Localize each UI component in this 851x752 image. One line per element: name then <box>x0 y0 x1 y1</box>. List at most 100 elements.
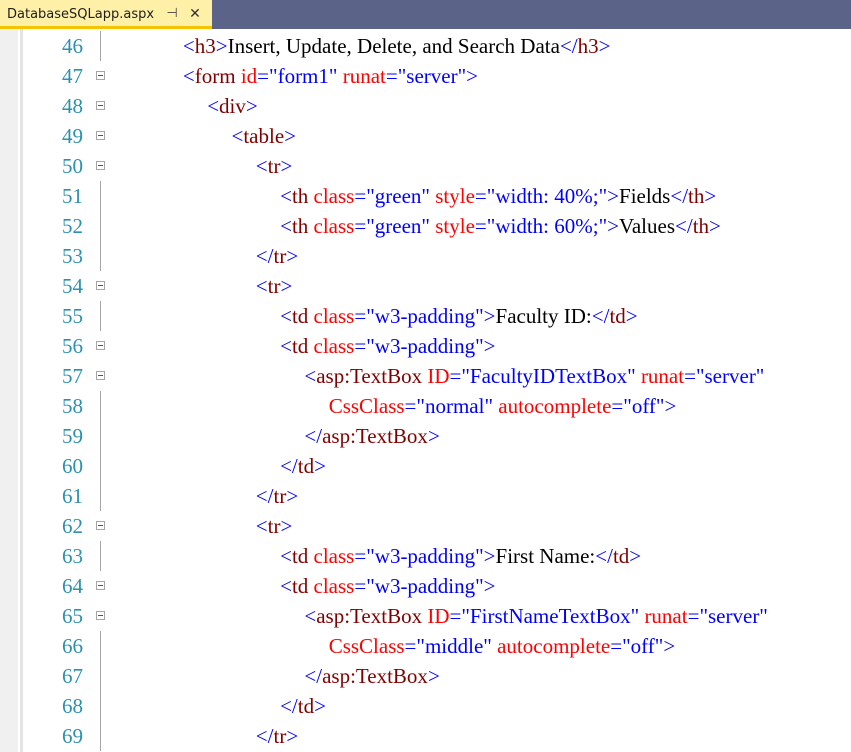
collapse-icon[interactable] <box>96 371 105 380</box>
code-token: "FirstNameTextBox" <box>461 604 645 628</box>
code-token: > <box>704 184 717 208</box>
code-text[interactable]: <tr> <box>256 151 293 181</box>
code-token: : <box>543 214 555 238</box>
code-text[interactable]: <th class="green" style="width: 40%;">Fi… <box>280 181 716 211</box>
code-line[interactable]: 49 <table> <box>0 121 851 151</box>
code-text[interactable]: </td> <box>280 691 326 721</box>
code-line[interactable]: 59 </asp:TextBox> <box>0 421 851 451</box>
code-line[interactable]: 52 <th class="green" style="width: 60%;">… <box>0 211 851 241</box>
code-line[interactable]: 63 <td class="w3-padding">First Name:</td… <box>0 541 851 571</box>
code-token: > <box>483 304 496 328</box>
code-text[interactable]: <th class="green" style="width: 60%;">Va… <box>280 211 721 241</box>
code-token: </ <box>559 34 578 58</box>
code-token: Fields <box>619 184 671 208</box>
collapse-icon[interactable] <box>96 341 105 350</box>
code-token: < <box>280 544 292 568</box>
code-token: > <box>629 544 642 568</box>
document-tab[interactable]: DatabaseSQLapp.aspx ⊣ ✕ <box>0 0 212 29</box>
collapse-icon[interactable] <box>96 161 105 170</box>
code-line[interactable]: 57 <asp:TextBox ID="FacultyIDTextBox" run… <box>0 361 851 391</box>
code-line[interactable]: 60 </td> <box>0 451 851 481</box>
code-token: < <box>280 214 292 238</box>
code-line[interactable]: 54 <tr> <box>0 271 851 301</box>
line-number: 61 <box>62 484 83 508</box>
code-line[interactable]: 64 <td class="w3-padding"> <box>0 571 851 601</box>
code-text[interactable]: <table> <box>232 121 297 151</box>
code-line[interactable]: 50 <tr> <box>0 151 851 181</box>
code-text[interactable]: </tr> <box>256 481 298 511</box>
code-token: CssClass <box>328 394 405 418</box>
collapse-icon[interactable] <box>96 611 105 620</box>
code-line[interactable]: 55 <td class="w3-padding">Faculty ID:</td… <box>0 301 851 331</box>
code-token: "width <box>486 184 544 208</box>
code-token: "form1" <box>269 64 343 88</box>
code-token: < <box>255 274 268 298</box>
code-token: Values <box>619 214 676 238</box>
code-token: h3 <box>194 34 216 58</box>
code-text[interactable]: </asp:TextBox> <box>304 421 439 451</box>
line-number: 51 <box>62 184 83 208</box>
code-line[interactable]: 58 CssClass="normal" autocomplete="off"> <box>0 391 851 421</box>
code-line[interactable]: 69 </tr> <box>0 721 851 751</box>
code-line[interactable]: 51 <th class="green" style="width: 40%;">… <box>0 181 851 211</box>
code-text[interactable]: </asp:TextBox> <box>304 661 439 691</box>
code-text[interactable]: <td class="w3-padding"> <box>280 571 495 601</box>
fold-guide <box>100 541 101 571</box>
fold-guide <box>100 241 101 271</box>
code-line[interactable]: 62 <tr> <box>0 511 851 541</box>
document-tab-title[interactable]: DatabaseSQLapp.aspx <box>7 7 154 22</box>
collapse-icon[interactable] <box>96 521 105 530</box>
collapse-icon[interactable] <box>96 131 105 140</box>
code-line[interactable]: 56 <td class="w3-padding"> <box>0 331 851 361</box>
code-text[interactable]: <div> <box>207 91 258 121</box>
code-token: ID <box>427 364 450 388</box>
code-text[interactable]: CssClass="middle" autocomplete="off"> <box>329 631 676 661</box>
code-text[interactable]: </tr> <box>256 721 298 751</box>
code-token: td <box>297 694 315 718</box>
code-token: asp:TextBox <box>316 364 428 388</box>
code-line[interactable]: 65 <asp:TextBox ID="FirstNameTextBox" run… <box>0 601 851 631</box>
code-text[interactable]: <h3>Insert, Update, Delete, and Search D… <box>183 31 611 61</box>
collapse-icon[interactable] <box>96 71 105 80</box>
code-line[interactable]: 66 CssClass="middle" autocomplete="off"> <box>0 631 851 661</box>
fold-guide <box>100 211 101 241</box>
code-token: > <box>607 184 620 208</box>
line-number: 59 <box>62 424 83 448</box>
close-icon[interactable]: ✕ <box>186 4 204 24</box>
code-token: > <box>483 334 496 358</box>
code-text[interactable]: </td> <box>280 451 326 481</box>
code-token: h3 <box>577 34 599 58</box>
code-line[interactable]: 46 <h3>Insert, Update, Delete, and Search… <box>0 31 851 61</box>
code-text[interactable]: <asp:TextBox ID="FirstNameTextBox" runat… <box>304 601 768 631</box>
code-token: "server" <box>397 64 467 88</box>
code-line[interactable]: 48 <div> <box>0 91 851 121</box>
pin-icon[interactable]: ⊣ <box>164 5 180 23</box>
line-number: 47 <box>62 64 83 88</box>
code-line[interactable]: 61 </tr> <box>0 481 851 511</box>
code-line[interactable]: 68 </td> <box>0 691 851 721</box>
code-text[interactable]: CssClass="normal" autocomplete="off"> <box>329 391 677 421</box>
code-editor[interactable]: 46 <h3>Insert, Update, Delete, and Search… <box>0 29 851 752</box>
code-text[interactable]: <td class="w3-padding">Faculty ID:</td> <box>280 301 638 331</box>
code-token: </ <box>304 424 323 448</box>
collapse-icon[interactable] <box>96 281 105 290</box>
collapse-icon[interactable] <box>96 581 105 590</box>
code-token: td <box>291 334 314 358</box>
code-token: First Name: <box>495 544 596 568</box>
code-text[interactable]: </tr> <box>256 241 298 271</box>
code-text[interactable]: <tr> <box>256 511 293 541</box>
code-token: </ <box>255 244 274 268</box>
code-text[interactable]: <td class="w3-padding"> <box>280 331 495 361</box>
collapse-icon[interactable] <box>96 101 105 110</box>
code-token: </ <box>280 694 298 718</box>
code-text[interactable]: <td class="w3-padding">First Name:</td> <box>280 541 641 571</box>
code-text[interactable]: <form id="form1" runat="server"> <box>183 61 478 91</box>
code-token: < <box>280 574 292 598</box>
code-line[interactable]: 47 <form id="form1" runat="server"> <box>0 61 851 91</box>
code-line[interactable]: 67 </asp:TextBox> <box>0 661 851 691</box>
code-line[interactable]: 53 </tr> <box>0 241 851 271</box>
code-token: id <box>240 64 258 88</box>
code-text[interactable]: <asp:TextBox ID="FacultyIDTextBox" runat… <box>304 361 764 391</box>
line-number: 65 <box>62 604 83 628</box>
code-text[interactable]: <tr> <box>256 271 293 301</box>
